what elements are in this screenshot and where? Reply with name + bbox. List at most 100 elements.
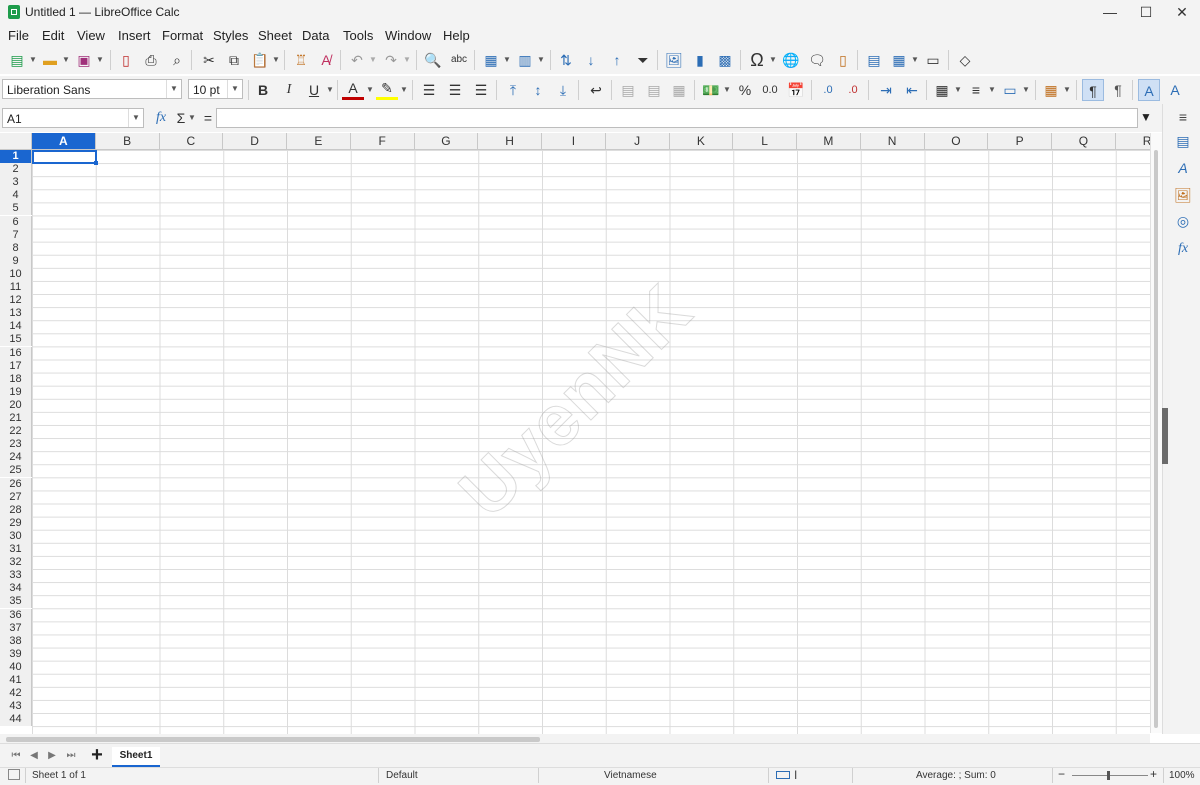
- menu-format[interactable]: Format: [162, 28, 203, 43]
- freeze-rows-icon[interactable]: ▦: [888, 49, 910, 71]
- menu-sheet[interactable]: Sheet: [258, 28, 292, 43]
- menu-window[interactable]: Window: [385, 28, 431, 43]
- column-header[interactable]: P: [988, 133, 1052, 150]
- sheet-count[interactable]: Sheet 1 of 1: [32, 770, 86, 781]
- row-header[interactable]: 31: [0, 543, 32, 557]
- styles-icon[interactable]: A: [1172, 157, 1194, 179]
- menu-help[interactable]: Help: [443, 28, 470, 43]
- font-color-button[interactable]: A: [342, 79, 364, 100]
- sort-descending-icon[interactable]: ↑: [606, 49, 628, 71]
- cut-icon[interactable]: ✂: [198, 49, 220, 71]
- borders-dropdown-icon[interactable]: ▼: [954, 79, 962, 101]
- gallery-icon[interactable]: 🖼: [1172, 184, 1194, 206]
- print-preview-icon[interactable]: ⌕: [166, 49, 188, 71]
- column-header[interactable]: A: [32, 133, 96, 150]
- column-header[interactable]: N: [860, 133, 925, 150]
- row-header[interactable]: 44: [0, 713, 32, 727]
- redo-dropdown-icon[interactable]: ▼: [403, 49, 411, 71]
- row-header[interactable]: 28: [0, 503, 32, 517]
- print-icon[interactable]: ⎙: [140, 49, 162, 71]
- row-header[interactable]: 20: [0, 398, 32, 412]
- freeze-dropdown-icon[interactable]: ▼: [911, 49, 919, 71]
- chevron-down-icon[interactable]: ▼: [227, 80, 242, 98]
- define-print-area-icon[interactable]: ▤: [863, 49, 885, 71]
- column-header[interactable]: J: [605, 133, 670, 150]
- row-header[interactable]: 29: [0, 516, 32, 530]
- row-header[interactable]: 8: [0, 241, 32, 255]
- row-header[interactable]: 30: [0, 529, 32, 543]
- row-header[interactable]: 40: [0, 660, 32, 674]
- insert-image-icon[interactable]: 🖼: [663, 49, 685, 71]
- center-vertically-icon[interactable]: ↕: [527, 79, 549, 101]
- font-size-combo[interactable]: 10 pt ▼: [188, 79, 243, 99]
- row-header[interactable]: 24: [0, 451, 32, 465]
- currency-dropdown-icon[interactable]: ▼: [723, 79, 731, 101]
- add-decimal-button[interactable]: .0: [817, 79, 839, 101]
- unmerge-cells-icon[interactable]: ▦: [668, 79, 690, 101]
- new-document-icon[interactable]: ▤: [6, 49, 28, 71]
- row-header[interactable]: 1: [0, 150, 32, 164]
- menu-data[interactable]: Data: [302, 28, 329, 43]
- row-header[interactable]: 25: [0, 464, 32, 478]
- border-color-dropdown-icon[interactable]: ▼: [1022, 79, 1030, 101]
- row-header[interactable]: 6: [0, 215, 32, 229]
- row-header[interactable]: 17: [0, 359, 32, 373]
- vertical-scroll-thumb[interactable]: [1154, 150, 1158, 728]
- horizontal-scroll-thumb[interactable]: [6, 737, 540, 742]
- column-header[interactable]: L: [733, 133, 797, 150]
- sort-icon[interactable]: ⇅: [555, 49, 577, 71]
- row-header[interactable]: 41: [0, 674, 32, 688]
- conditional-format-icon[interactable]: ▦: [1040, 79, 1062, 101]
- split-window-icon[interactable]: ▭: [922, 49, 944, 71]
- clone-formatting-icon[interactable]: ♖: [290, 49, 312, 71]
- copy-icon[interactable]: ⧉: [223, 49, 245, 71]
- column-icon[interactable]: ▥: [514, 49, 536, 71]
- hyperlink-icon[interactable]: 🌐: [780, 49, 802, 71]
- insert-chart-icon[interactable]: ▮: [689, 49, 711, 71]
- sidebar-grip[interactable]: [1162, 408, 1168, 464]
- row-header[interactable]: 27: [0, 490, 32, 504]
- sheet-tab[interactable]: Sheet1: [112, 747, 160, 767]
- open-folder-icon[interactable]: ▬: [39, 49, 61, 71]
- last-sheet-icon[interactable]: ⏭: [63, 748, 79, 764]
- sidebar-menu-icon[interactable]: ≡: [1172, 106, 1194, 128]
- new-dropdown-icon[interactable]: ▼: [29, 49, 37, 71]
- chevron-down-icon[interactable]: ▼: [128, 109, 143, 127]
- date-format-icon[interactable]: 📅: [785, 79, 807, 101]
- menu-view[interactable]: View: [77, 28, 105, 43]
- row-header[interactable]: 26: [0, 477, 32, 491]
- zoom-in-button[interactable]: +: [1150, 767, 1157, 781]
- borders-icon[interactable]: ▦: [931, 79, 953, 101]
- formula-input[interactable]: [216, 108, 1138, 128]
- menu-insert[interactable]: Insert: [118, 28, 151, 43]
- menu-file[interactable]: File: [8, 28, 29, 43]
- underline-dropdown-icon[interactable]: ▼: [326, 79, 334, 101]
- row-dropdown-icon[interactable]: ▼: [503, 49, 511, 71]
- comment-icon[interactable]: 🗨: [806, 49, 828, 71]
- functions-icon[interactable]: fx: [1172, 238, 1194, 260]
- border-style-icon[interactable]: ≡: [965, 79, 987, 101]
- page-style[interactable]: Default: [386, 770, 418, 781]
- row-header[interactable]: 7: [0, 228, 32, 242]
- prev-sheet-icon[interactable]: ◀: [26, 748, 42, 764]
- decrease-indent-icon[interactable]: ⇤: [901, 79, 923, 101]
- autosum-dropdown-icon[interactable]: ▼: [188, 107, 196, 129]
- percent-format-button[interactable]: %: [734, 79, 756, 101]
- conditional-dropdown-icon[interactable]: ▼: [1063, 79, 1071, 101]
- row-header[interactable]: 22: [0, 425, 32, 439]
- column-header[interactable]: O: [924, 133, 989, 150]
- bold-button[interactable]: B: [252, 79, 274, 101]
- select-all-corner[interactable]: [0, 133, 32, 150]
- navigator-icon[interactable]: ◎: [1172, 210, 1194, 232]
- header-footer-icon[interactable]: ▯: [832, 49, 854, 71]
- paste-dropdown-icon[interactable]: ▼: [272, 49, 280, 71]
- row-header[interactable]: 16: [0, 346, 32, 360]
- name-box[interactable]: A1 ▼: [2, 108, 144, 128]
- font-name-combo[interactable]: Liberation Sans ▼: [2, 79, 182, 99]
- column-header[interactable]: I: [542, 133, 606, 150]
- column-dropdown-icon[interactable]: ▼: [537, 49, 545, 71]
- row-header[interactable]: 15: [0, 333, 32, 347]
- row-header[interactable]: 23: [0, 438, 32, 452]
- properties-icon[interactable]: ▤: [1172, 130, 1194, 152]
- border-color-icon[interactable]: ▭: [999, 79, 1021, 101]
